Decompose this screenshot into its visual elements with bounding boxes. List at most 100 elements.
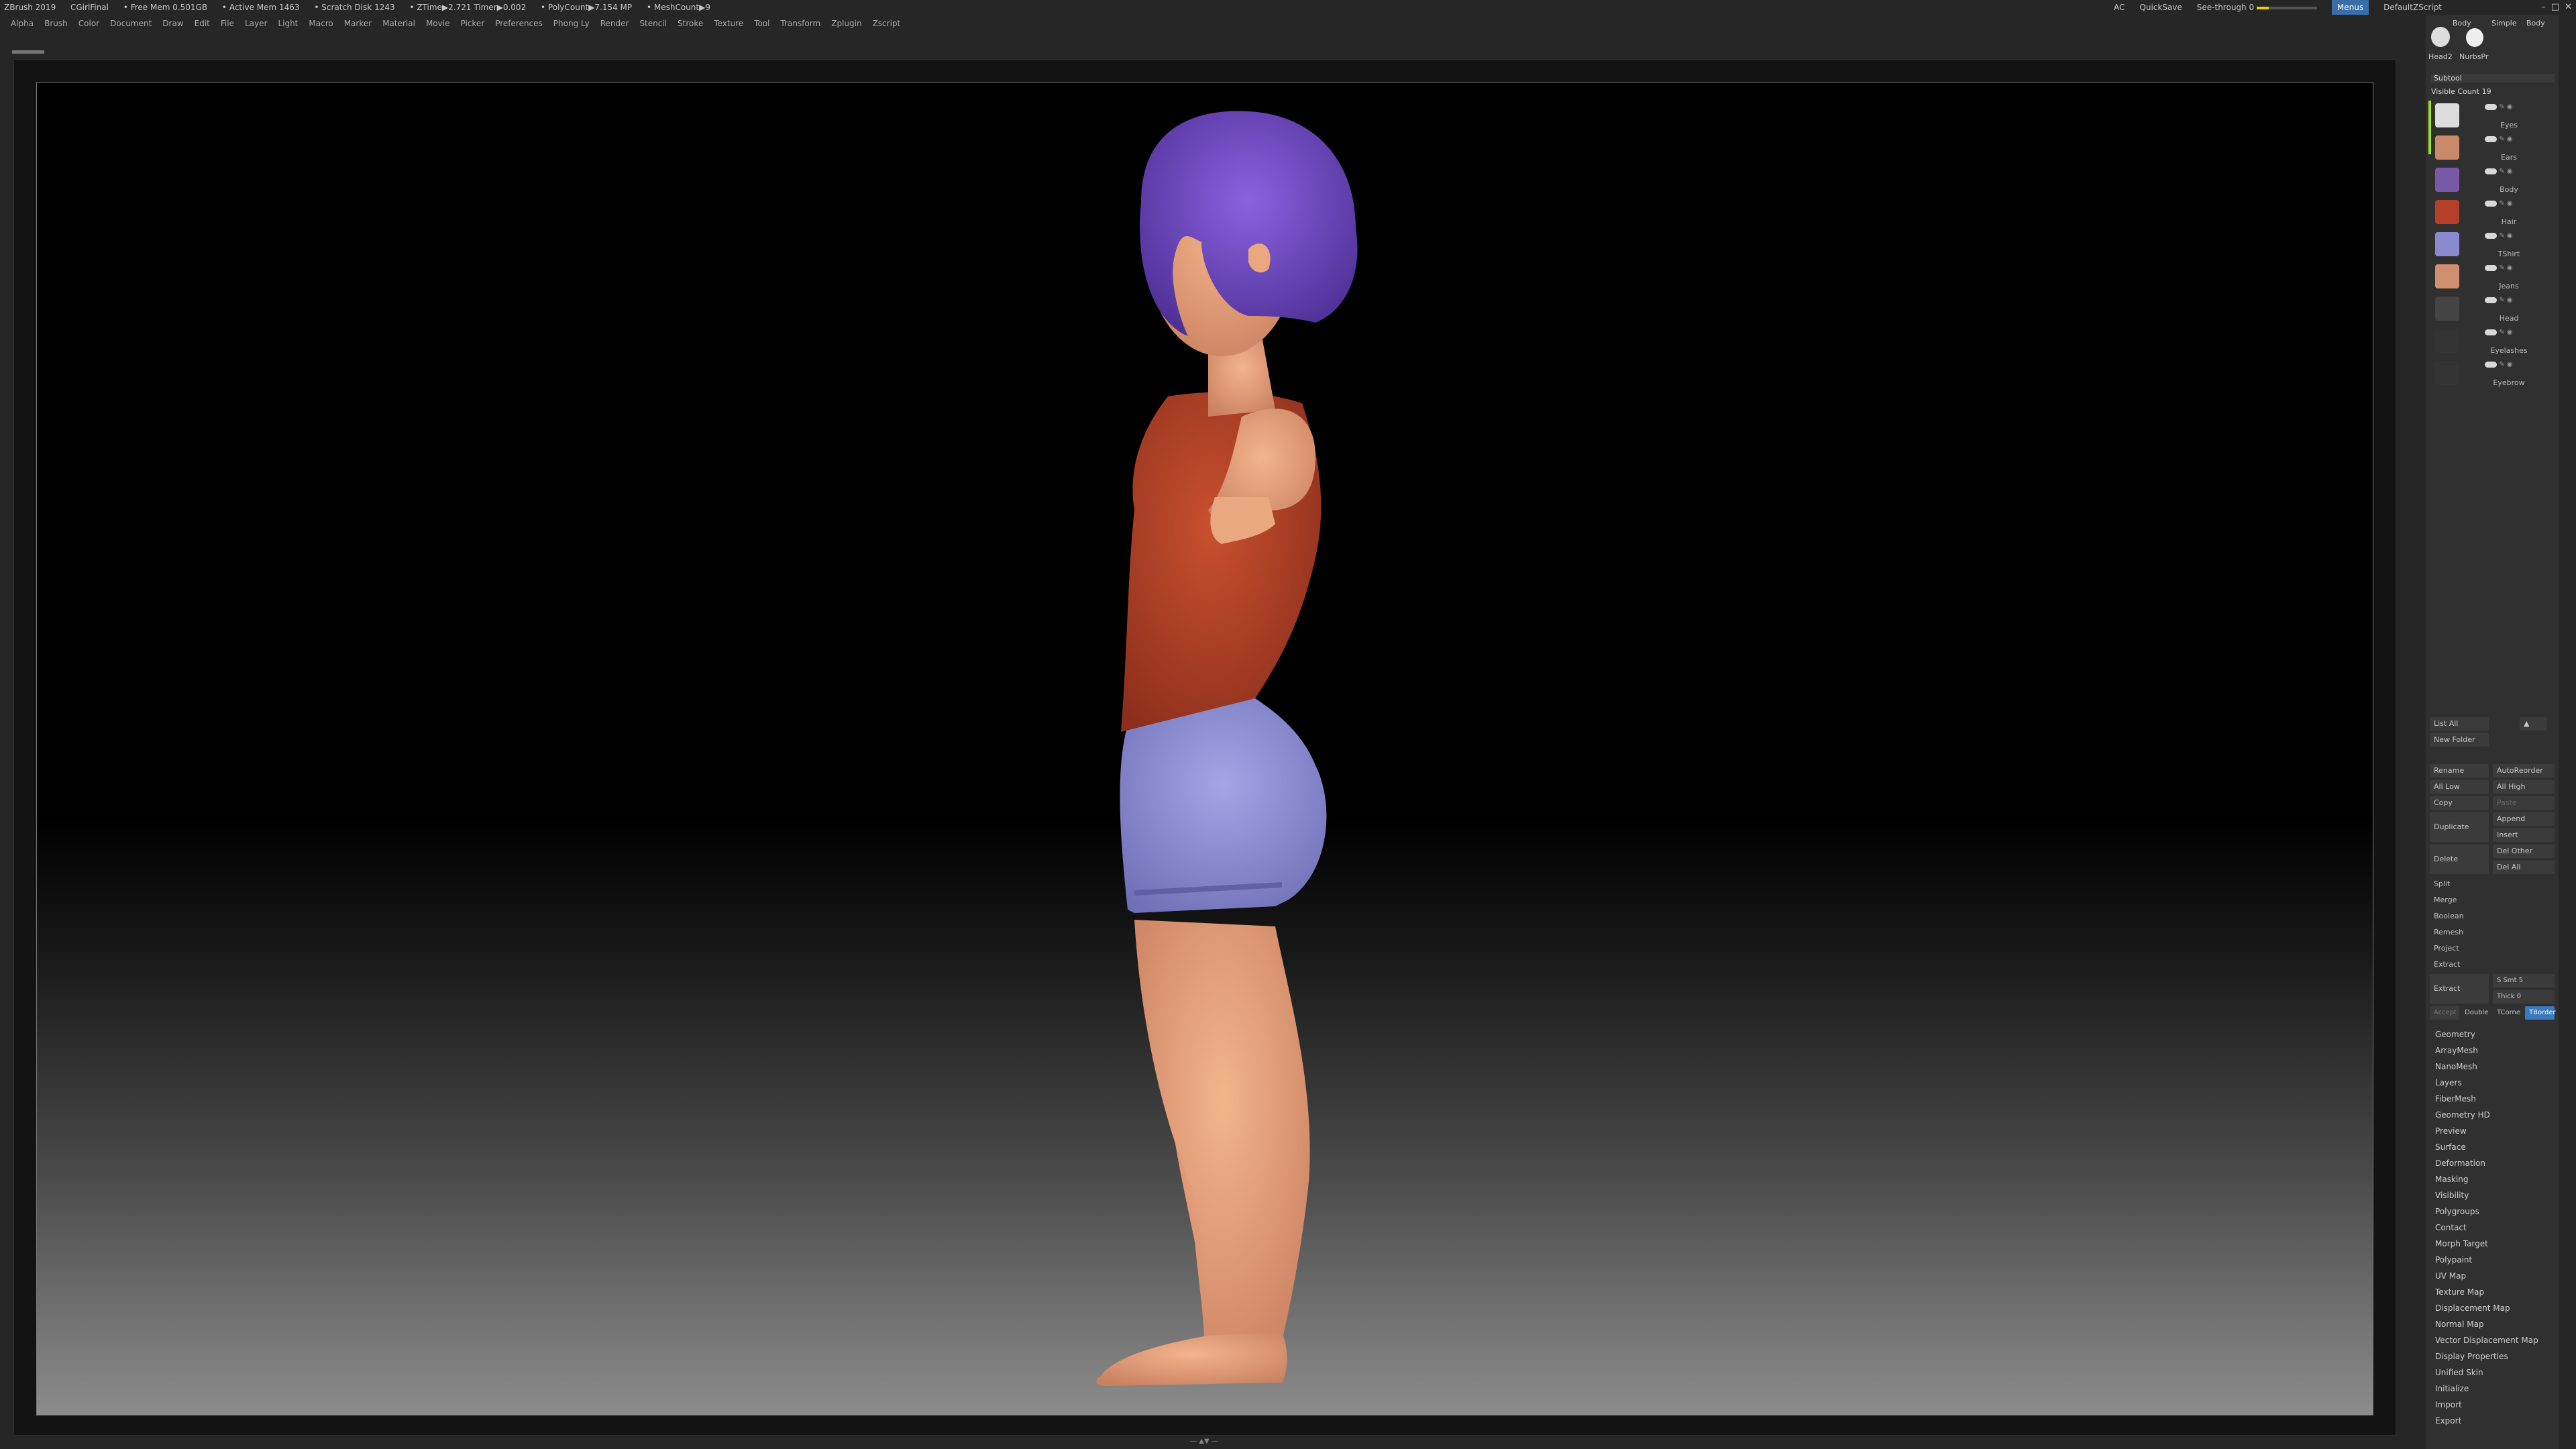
menu-macro[interactable]: Macro <box>309 19 333 28</box>
brush-icon[interactable]: ✎ <box>2499 168 2504 175</box>
tool-menu-geometry-hd[interactable]: Geometry HD <box>2435 1108 2490 1122</box>
brush-icon[interactable]: ✎ <box>2499 136 2504 143</box>
menu-file[interactable]: File <box>221 19 234 28</box>
menu-texture[interactable]: Texture <box>714 19 743 28</box>
eye-icon[interactable]: ◉ <box>2507 232 2513 239</box>
menus-button[interactable]: Menus <box>2331 0 2369 15</box>
eye-icon[interactable]: ◉ <box>2507 329 2513 336</box>
tcorne-toggle[interactable]: TCorne <box>2493 1006 2525 1020</box>
tool-menu-uv-map[interactable]: UV Map <box>2435 1269 2466 1283</box>
project-button[interactable]: Project <box>2430 942 2555 955</box>
brush-icon[interactable]: ✎ <box>2499 200 2504 207</box>
accept-button[interactable]: Accept <box>2430 1006 2459 1020</box>
subtool-item[interactable]: ✎ ◉ Eyes <box>2426 101 2559 133</box>
subtool-controls[interactable]: ✎ ◉ <box>2485 168 2552 176</box>
tool-body-label[interactable]: Body <box>2453 19 2471 28</box>
tool-menu-displacement-map[interactable]: Displacement Map <box>2435 1301 2510 1315</box>
tool-menu-morph-target[interactable]: Morph Target <box>2435 1237 2488 1250</box>
autoreorder-button[interactable]: AutoReorder <box>2493 764 2555 777</box>
tool-menu-texture-map[interactable]: Texture Map <box>2435 1285 2484 1299</box>
subtool-header[interactable]: Subtool <box>2431 74 2555 83</box>
menu-edit[interactable]: Edit <box>195 19 210 28</box>
seethrough-slider[interactable]: See-through 0 <box>2197 0 2317 15</box>
copy-button[interactable]: Copy <box>2430 796 2489 810</box>
tool-menu-nanomesh[interactable]: NanoMesh <box>2435 1060 2477 1073</box>
menu-material[interactable]: Material <box>382 19 415 28</box>
boolean-button[interactable]: Boolean <box>2430 910 2555 923</box>
maximize-icon[interactable]: □ <box>2551 0 2559 15</box>
brush-icon[interactable]: ✎ <box>2499 297 2504 304</box>
eye-icon[interactable]: ◉ <box>2507 168 2513 175</box>
subtool-controls[interactable]: ✎ ◉ <box>2485 136 2552 144</box>
move-up-button[interactable]: ▲ <box>2520 717 2546 731</box>
toggle-icon[interactable] <box>2485 297 2497 303</box>
double-toggle[interactable]: Double <box>2461 1006 2493 1020</box>
subtool-controls[interactable]: ✎ ◉ <box>2485 264 2552 272</box>
del-other-button[interactable]: Del Other <box>2493 845 2555 858</box>
new-folder-button[interactable]: New Folder <box>2430 733 2489 747</box>
tray-handle[interactable] <box>12 50 44 54</box>
tool-menu-deformation[interactable]: Deformation <box>2435 1157 2485 1170</box>
remesh-button[interactable]: Remesh <box>2430 926 2555 939</box>
default-zscript-button[interactable]: DefaultZScript <box>2383 0 2442 15</box>
toggle-icon[interactable] <box>2485 361 2497 368</box>
all-high-button[interactable]: All High <box>2493 780 2555 794</box>
eye-icon[interactable]: ◉ <box>2507 361 2513 368</box>
toggle-icon[interactable] <box>2485 200 2497 207</box>
subtool-item[interactable]: ✎ ◉ Jeans <box>2426 262 2559 294</box>
nurbs-icon[interactable] <box>2466 28 2483 47</box>
subtool-controls[interactable]: ✎ ◉ <box>2485 329 2552 337</box>
tool-menu-initialize[interactable]: Initialize <box>2435 1382 2469 1395</box>
tool-menu-polypaint[interactable]: Polypaint <box>2435 1253 2472 1267</box>
subtool-item[interactable]: ✎ ◉ Eyelashes <box>2426 326 2559 358</box>
tool-menu-display-properties[interactable]: Display Properties <box>2435 1350 2508 1363</box>
close-icon[interactable]: ✕ <box>2565 0 2572 15</box>
menu-phong-ly[interactable]: Phong Ly <box>553 19 590 28</box>
subtool-item[interactable]: ✎ ◉ Ears <box>2426 133 2559 165</box>
extract-section[interactable]: Extract <box>2430 958 2555 971</box>
quicksave-button[interactable]: QuickSave <box>2139 0 2182 15</box>
menu-zscript[interactable]: Zscript <box>873 19 901 28</box>
tool-menu-import[interactable]: Import <box>2435 1398 2462 1411</box>
sphere-icon[interactable] <box>2431 27 2450 47</box>
eye-icon[interactable]: ◉ <box>2507 297 2513 304</box>
tool-menu-arraymesh[interactable]: ArrayMesh <box>2435 1044 2478 1057</box>
append-button[interactable]: Append <box>2493 812 2555 826</box>
tool-menu-masking[interactable]: Masking <box>2435 1173 2468 1186</box>
minimize-icon[interactable]: – <box>2541 0 2546 15</box>
menu-movie[interactable]: Movie <box>426 19 450 28</box>
brush-icon[interactable]: ✎ <box>2499 103 2504 111</box>
subtool-item[interactable]: ✎ ◉ Head <box>2426 294 2559 326</box>
tool-menu-unified-skin[interactable]: Unified Skin <box>2435 1366 2483 1379</box>
eye-icon[interactable]: ◉ <box>2507 103 2513 111</box>
del-all-button[interactable]: Del All <box>2493 861 2555 874</box>
extract-button[interactable]: Extract <box>2430 974 2489 1004</box>
rename-button[interactable]: Rename <box>2430 764 2489 777</box>
duplicate-button[interactable]: Duplicate <box>2430 812 2489 842</box>
menu-draw[interactable]: Draw <box>162 19 183 28</box>
list-all-button[interactable]: List All <box>2430 717 2489 731</box>
subtool-controls[interactable]: ✎ ◉ <box>2485 361 2552 369</box>
toggle-icon[interactable] <box>2485 329 2497 335</box>
subtool-item[interactable]: ✎ ◉ TShirt <box>2426 229 2559 262</box>
menu-tool[interactable]: Tool <box>754 19 769 28</box>
menu-document[interactable]: Document <box>110 19 152 28</box>
menu-color[interactable]: Color <box>78 19 99 28</box>
brush-icon[interactable]: ✎ <box>2499 329 2504 336</box>
subtool-item[interactable]: ✎ ◉ Hair <box>2426 197 2559 229</box>
toggle-icon[interactable] <box>2485 168 2497 174</box>
brush-icon[interactable]: ✎ <box>2499 264 2504 272</box>
toggle-icon[interactable] <box>2485 103 2497 110</box>
menu-layer[interactable]: Layer <box>245 19 267 28</box>
delete-button[interactable]: Delete <box>2430 845 2489 874</box>
subtool-item[interactable]: ✎ ◉ Body <box>2426 165 2559 197</box>
tool-menu-geometry[interactable]: Geometry <box>2435 1028 2475 1041</box>
bottom-handle[interactable]: — ▲▼ — <box>1161 1438 1248 1445</box>
subtool-controls[interactable]: ✎ ◉ <box>2485 297 2552 305</box>
menu-render[interactable]: Render <box>600 19 629 28</box>
tool-menu-layers[interactable]: Layers <box>2435 1076 2462 1089</box>
subtool-item[interactable]: ✎ ◉ Eyebrow <box>2426 358 2559 390</box>
menu-stencil[interactable]: Stencil <box>639 19 667 28</box>
menu-zplugin[interactable]: Zplugin <box>831 19 861 28</box>
tool-menu-normal-map[interactable]: Normal Map <box>2435 1318 2484 1331</box>
